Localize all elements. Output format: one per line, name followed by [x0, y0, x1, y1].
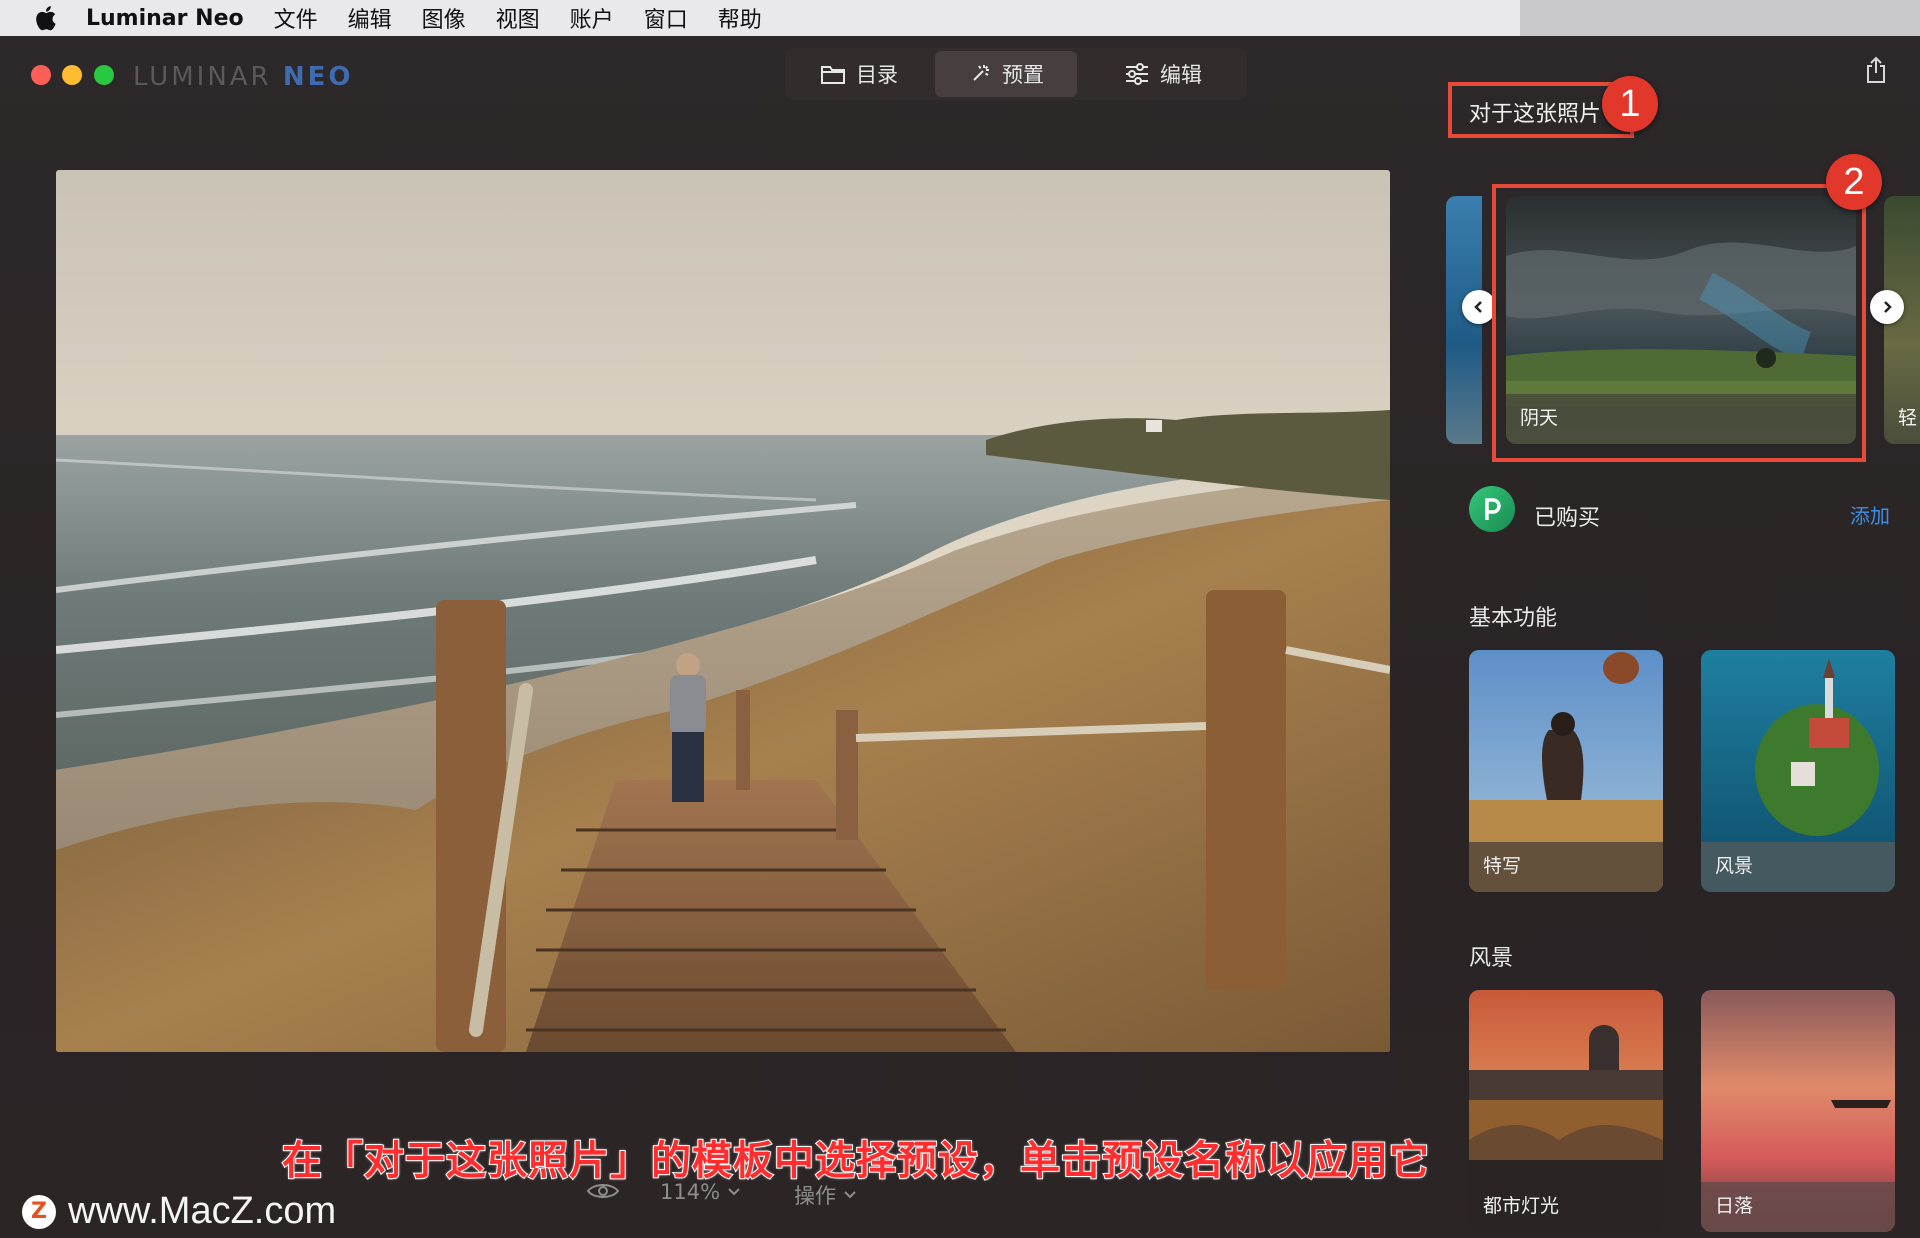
logo-secondary: NEO [282, 62, 354, 92]
sliders-icon [1124, 63, 1150, 85]
preset-card-landscape[interactable]: 风景 [1701, 650, 1895, 892]
chevron-left-icon[interactable] [1462, 290, 1496, 324]
callout-badge-2: 2 [1826, 154, 1882, 210]
menu-view[interactable]: 视图 [496, 2, 540, 34]
menu-account[interactable]: 账户 [570, 2, 614, 34]
preset-card-closeup[interactable]: 特写 [1469, 650, 1663, 892]
tab-edit[interactable]: 编辑 [1083, 51, 1243, 97]
minimize-window-button[interactable] [62, 65, 82, 85]
menu-image[interactable]: 图像 [422, 2, 466, 34]
close-window-button[interactable] [31, 65, 51, 85]
tab-presets[interactable]: 预置 [935, 51, 1077, 97]
preset-name-sunset[interactable]: 日落 [1715, 1191, 1753, 1218]
menubar-app-name[interactable]: Luminar Neo [86, 6, 244, 31]
magic-wand-icon [968, 62, 992, 86]
chevron-down-icon [728, 1188, 740, 1196]
preset-card-sunset[interactable]: 日落 [1701, 990, 1895, 1232]
tab-catalog-label: 目录 [856, 63, 898, 87]
preset-name-city-lights[interactable]: 都市灯光 [1483, 1191, 1559, 1218]
watermark-text: www.MacZ.com [68, 1190, 337, 1232]
menu-edit[interactable]: 编辑 [348, 2, 392, 34]
share-icon[interactable] [1864, 56, 1888, 88]
watermark-logo-icon: Z [22, 1194, 56, 1229]
preset-highlight-box [1492, 184, 1866, 462]
callout-badge-1: 1 [1602, 76, 1658, 132]
preset-name-closeup[interactable]: 特写 [1483, 851, 1521, 878]
preset-card-city-lights[interactable]: 都市灯光 [1469, 990, 1663, 1232]
section-landscape-title: 风景 [1469, 946, 1514, 971]
mode-tabs: 目录 预置 编辑 [785, 48, 1247, 100]
menu-window[interactable]: 窗口 [644, 2, 688, 34]
preset-name-landscape[interactable]: 风景 [1715, 851, 1753, 878]
section-basic-title: 基本功能 [1469, 606, 1558, 631]
folder-icon [820, 63, 846, 85]
chevron-right-icon[interactable] [1870, 290, 1904, 324]
apple-icon[interactable] [30, 3, 60, 33]
zoom-window-button[interactable] [94, 65, 114, 85]
tab-presets-label: 预置 [1002, 63, 1044, 87]
purchased-label: 已购买 [1534, 506, 1601, 531]
tab-catalog[interactable]: 目录 [785, 51, 933, 97]
menubar-status-area [1520, 0, 1920, 36]
logo-primary: LUMINAR [133, 62, 272, 92]
mac-menubar: Luminar Neo 文件 编辑 图像 视图 账户 窗口 帮助 [0, 0, 1920, 36]
tab-edit-label: 编辑 [1160, 63, 1202, 87]
app-logo: LUMINAR NEO [133, 62, 354, 92]
menu-help[interactable]: 帮助 [718, 2, 762, 34]
chevron-down-icon [844, 1191, 856, 1199]
tutorial-caption: 在「对于这张照片」的模板中选择预设，单击预设名称以应用它 [281, 1137, 1430, 1185]
purchased-icon [1469, 486, 1515, 532]
site-watermark: Z www.MacZ.com [22, 1190, 336, 1233]
menu-file[interactable]: 文件 [274, 2, 318, 34]
add-presets-link[interactable]: 添加 [1850, 500, 1890, 529]
about-photo-title: 对于这张照片 [1469, 102, 1602, 127]
next-preset-name-partial[interactable]: 轻 [1898, 403, 1917, 430]
main-photo[interactable] [56, 170, 1390, 1052]
